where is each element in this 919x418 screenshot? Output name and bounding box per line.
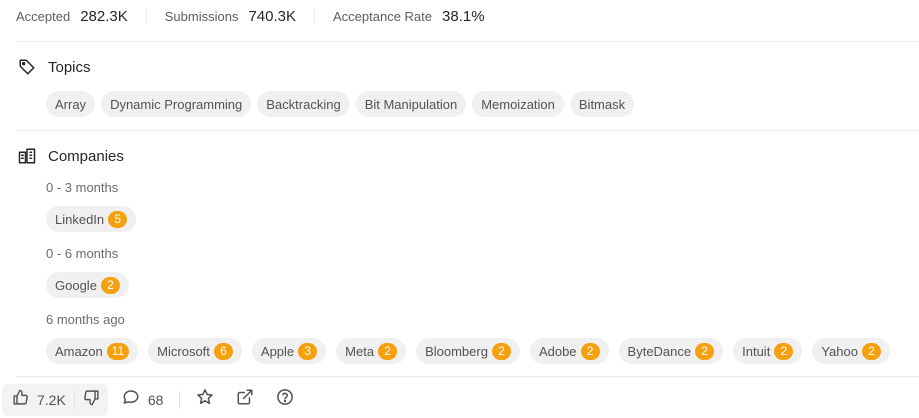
period-label: 0 - 3 months	[46, 180, 119, 195]
companies-title: Companies	[48, 147, 124, 165]
company-count-badge: 3	[298, 342, 318, 360]
company-tag[interactable]: Google 2	[46, 272, 129, 298]
company-name: Apple	[260, 343, 295, 359]
company-name: Amazon	[55, 343, 103, 359]
help-button[interactable]	[276, 388, 294, 411]
acceptance-label: Acceptance Rate	[333, 8, 433, 24]
dislike-button[interactable]	[75, 384, 108, 416]
topic-tags: Array Dynamic Programming Backtracking B…	[46, 91, 640, 117]
company-name: ByteDance	[627, 343, 692, 359]
comment-count: 68	[147, 391, 164, 408]
topic-tag[interactable]: Memoization	[472, 91, 564, 117]
company-tag[interactable]: Meta 2	[336, 338, 407, 364]
company-tag[interactable]: Apple 3	[251, 338, 327, 364]
company-count-badge: 2	[491, 342, 511, 360]
question-icon	[276, 388, 294, 411]
topics-title: Topics	[48, 58, 91, 76]
company-name: Bloomberg	[425, 343, 488, 359]
company-tag[interactable]: Yahoo 2	[812, 338, 890, 364]
company-count-badge: 2	[695, 342, 715, 360]
acceptance-stat: Acceptance Rate 38.1%	[333, 8, 485, 25]
comment-icon	[122, 388, 140, 411]
accepted-stat: Accepted 282.3K	[16, 8, 128, 25]
company-tag[interactable]: Adobe 2	[529, 338, 609, 364]
company-tag[interactable]: Amazon 11	[46, 338, 139, 364]
companies-header[interactable]: Companies	[18, 147, 124, 165]
accepted-value: 282.3K	[80, 7, 128, 25]
company-name: Google	[55, 277, 97, 293]
company-tag[interactable]: Microsoft 6	[148, 338, 242, 364]
comments-button[interactable]: 68	[122, 388, 164, 411]
topic-tag[interactable]: Backtracking	[257, 91, 350, 117]
tag-icon	[18, 58, 36, 76]
stats-row: Accepted 282.3K Submissions 740.3K Accep…	[16, 0, 485, 32]
company-name: LinkedIn	[55, 211, 105, 227]
company-name: Intuit	[742, 343, 771, 359]
company-count-badge: 11	[106, 342, 130, 360]
like-count: 7.2K	[37, 391, 66, 408]
acceptance-value: 38.1%	[442, 7, 485, 25]
topics-header[interactable]: Topics	[18, 58, 91, 76]
company-tag[interactable]: Intuit 2	[733, 338, 803, 364]
company-count-badge: 2	[861, 342, 881, 360]
vote-group: 7.2K	[2, 383, 108, 416]
period-label: 6 months ago	[46, 312, 125, 327]
company-tag[interactable]: ByteDance 2	[618, 338, 724, 364]
stat-divider	[145, 9, 147, 23]
divider	[16, 41, 919, 42]
company-tags: Google 2	[46, 272, 139, 298]
building-icon	[18, 147, 36, 165]
external-link-icon	[236, 388, 254, 411]
company-name: Meta	[345, 343, 375, 359]
star-icon	[196, 388, 214, 411]
company-count-badge: 6	[213, 342, 233, 360]
company-count-badge: 2	[100, 276, 120, 294]
topic-tag[interactable]: Dynamic Programming	[101, 91, 252, 117]
topic-tag[interactable]: Bit Manipulation	[355, 91, 467, 117]
share-button[interactable]	[236, 388, 254, 411]
company-tags: Amazon 11 Microsoft 6 Apple 3 Meta 2 Blo…	[46, 338, 900, 364]
thumbs-up-icon	[12, 389, 29, 411]
company-name: Yahoo	[821, 343, 858, 359]
topic-tag[interactable]: Bitmask	[569, 91, 635, 117]
submissions-label: Submissions	[164, 8, 239, 24]
topic-tag[interactable]: Array	[46, 91, 96, 117]
action-bar: 7.2K 68	[0, 381, 919, 418]
divider	[16, 130, 919, 131]
thumbs-down-icon	[83, 389, 100, 411]
period-label: 0 - 6 months	[46, 246, 119, 261]
stat-divider	[314, 9, 315, 23]
favorite-button[interactable]	[196, 388, 214, 411]
company-name: Adobe	[538, 343, 577, 359]
divider	[16, 376, 919, 377]
like-button[interactable]: 7.2K	[2, 384, 74, 416]
company-tag[interactable]: Bloomberg 2	[416, 338, 520, 364]
company-name: Microsoft	[157, 343, 210, 359]
company-count-badge: 2	[774, 342, 794, 360]
company-tag[interactable]: LinkedIn 5	[46, 206, 137, 232]
company-count-badge: 5	[108, 210, 128, 228]
company-count-badge: 2	[378, 342, 398, 360]
submissions-value: 740.3K	[248, 7, 296, 25]
accepted-label: Accepted	[16, 8, 71, 24]
company-tags: LinkedIn 5	[46, 206, 146, 232]
company-count-badge: 2	[580, 342, 600, 360]
action-divider	[179, 390, 181, 409]
submissions-stat: Submissions 740.3K	[165, 8, 296, 25]
